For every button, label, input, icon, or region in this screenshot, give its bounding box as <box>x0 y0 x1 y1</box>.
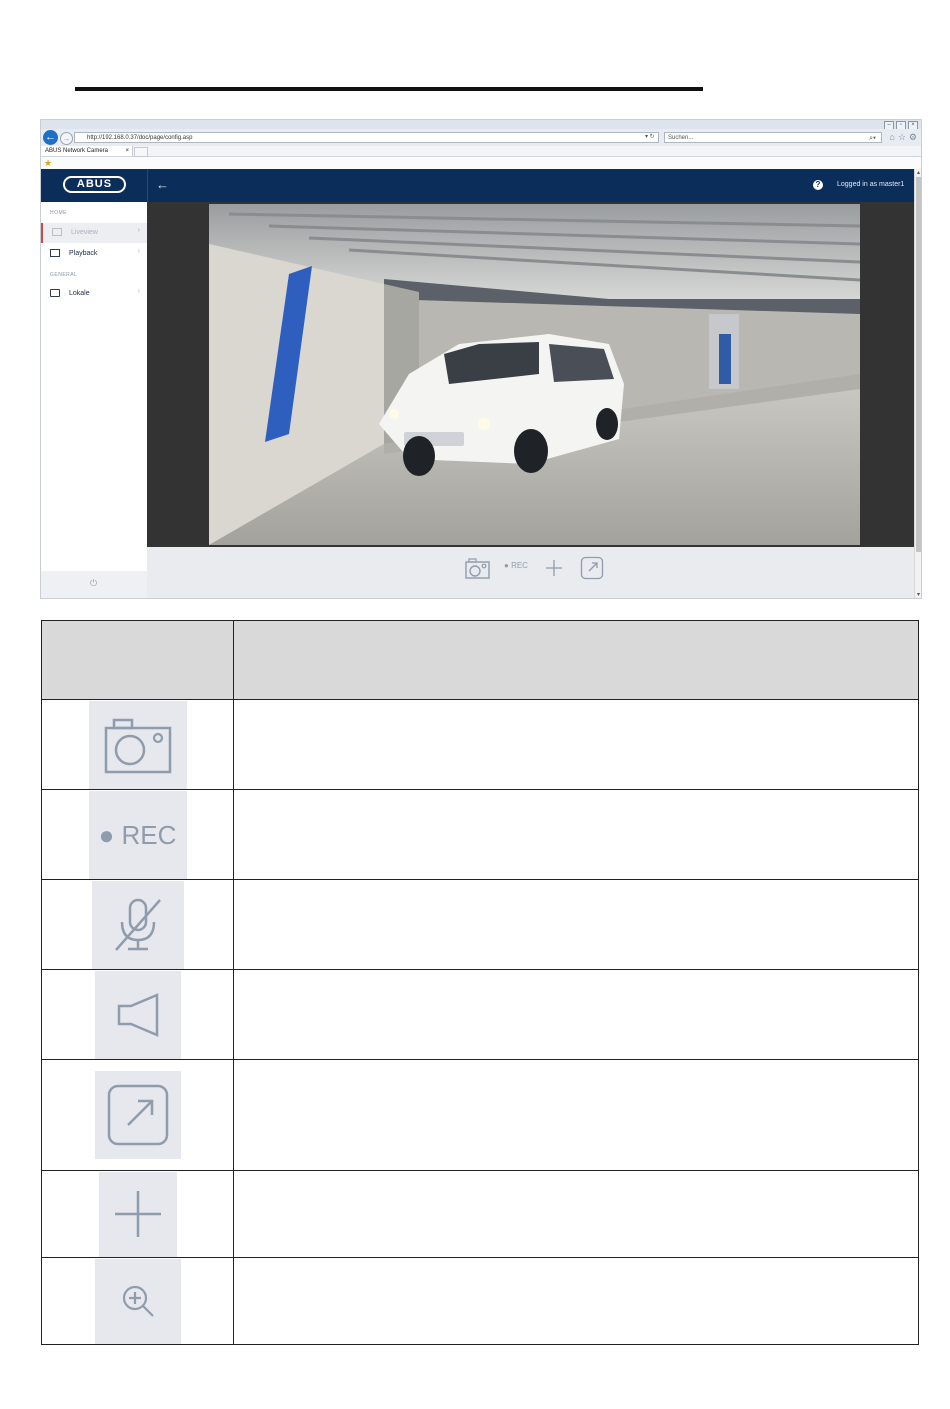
browser-back-icon[interactable]: ← <box>43 130 58 145</box>
table-row <box>41 1170 919 1258</box>
sidebar-footer: ⏻ <box>41 571 147 598</box>
icon-legend-table: ● REC <box>41 620 919 1345</box>
record-button[interactable]: ● REC <box>504 561 528 571</box>
header-divider <box>147 169 148 202</box>
sidebar-item-label: Lokale <box>69 290 90 297</box>
favorites-star-icon[interactable]: ☆ <box>898 132 906 142</box>
logged-in-status: Logged in as master1 <box>837 181 905 188</box>
description-cell <box>233 879 919 970</box>
description-cell <box>233 789 919 880</box>
search-icon[interactable]: ⌕▾ <box>869 133 876 144</box>
browser-screenshot: – ▫ × ← → http://192.168.0.37/doc/page/c… <box>40 119 922 599</box>
description-cell <box>233 1257 919 1345</box>
tab-close-icon[interactable]: × <box>125 146 129 156</box>
address-bar-row: ← → http://192.168.0.37/doc/page/config.… <box>41 129 921 146</box>
sidebar-item-playback[interactable]: Playback › <box>41 244 147 264</box>
icon-cell <box>41 879 234 970</box>
plus-icon[interactable] <box>544 558 564 578</box>
power-icon[interactable]: ⏻ <box>90 578 97 589</box>
back-arrow-icon[interactable]: ← <box>156 178 169 192</box>
icon-cell: ● REC <box>41 789 234 880</box>
chevron-right-icon: › <box>137 227 140 234</box>
tab-title: ABUS Network Camera <box>45 148 109 154</box>
speaker-icon <box>94 970 181 1059</box>
icon-cell <box>41 969 234 1060</box>
scrollbar-thumb[interactable] <box>916 177 921 552</box>
zoom-in-icon <box>94 1258 181 1344</box>
address-input[interactable]: http://192.168.0.37/doc/page/config.asp <box>74 132 659 143</box>
rec-icon-label: REC <box>121 819 177 850</box>
table-row: ● REC <box>41 789 919 880</box>
live-video-image[interactable] <box>209 204 860 545</box>
header-cell-description <box>233 620 919 700</box>
sidebar-item-lokale[interactable]: Lokale › <box>41 284 147 304</box>
table-row <box>41 969 919 1060</box>
icon-cell <box>41 1059 234 1171</box>
live-controls-bar: ● REC <box>147 547 914 598</box>
sidebar-item-label: Liveview <box>71 229 98 236</box>
microphone-muted-icon <box>91 880 184 969</box>
search-input[interactable]: Suchen... ⌕▾ <box>664 132 882 143</box>
window-titlebar: – ▫ × <box>41 120 921 130</box>
app-header: ABUS ← ? Logged in as master1 <box>41 169 914 202</box>
home-icon[interactable]: ⌂ <box>889 132 894 142</box>
playback-icon <box>50 249 60 257</box>
table-row <box>41 699 919 790</box>
table-header-row <box>41 620 919 700</box>
search-placeholder: Suchen... <box>668 135 694 141</box>
scroll-up-icon[interactable]: ▴ <box>915 169 921 176</box>
liveview-icon <box>52 228 62 236</box>
vertical-scrollbar[interactable]: ▴ ▾ <box>914 169 921 598</box>
description-cell <box>233 1059 919 1171</box>
refresh-icon[interactable]: ▾ ↻ <box>645 133 655 140</box>
icon-cell <box>41 1257 234 1345</box>
plus-icon <box>98 1171 177 1257</box>
abus-logo: ABUS <box>63 176 126 193</box>
icon-cell <box>41 1170 234 1258</box>
local-config-icon <box>50 289 60 297</box>
sidebar-item-liveview[interactable]: Liveview › <box>41 223 147 243</box>
description-cell <box>233 969 919 1060</box>
tab-abus-camera[interactable]: ABUS Network Camera × <box>41 146 133 156</box>
heading-underline <box>75 87 703 91</box>
camera-icon <box>88 700 187 789</box>
rec-icon: ● REC <box>88 790 187 879</box>
help-icon[interactable]: ? <box>813 180 823 190</box>
snapshot-camera-icon[interactable] <box>465 557 491 579</box>
chevron-right-icon: › <box>137 288 140 295</box>
fullscreen-icon <box>94 1071 181 1159</box>
table-row <box>41 1257 919 1345</box>
chevron-right-icon: › <box>137 248 140 255</box>
record-label: REC <box>511 561 528 570</box>
settings-gear-icon[interactable]: ⚙ <box>909 132 917 142</box>
header-cell-icon <box>41 620 234 700</box>
sidebar: HOME Liveview › Playback › GENERAL Lokal… <box>41 202 148 598</box>
table-row <box>41 1059 919 1171</box>
scroll-down-icon[interactable]: ▾ <box>915 591 921 598</box>
fullscreen-icon[interactable] <box>580 556 604 580</box>
sidebar-section-home: HOME <box>50 210 67 216</box>
new-tab-button[interactable] <box>134 147 148 157</box>
description-cell <box>233 1170 919 1258</box>
description-cell <box>233 699 919 790</box>
sidebar-section-general: GENERAL <box>50 272 78 278</box>
icon-cell <box>41 699 234 790</box>
tab-bar: ABUS Network Camera × <box>41 146 921 157</box>
browser-forward-icon[interactable]: → <box>60 132 73 145</box>
table-row <box>41 879 919 970</box>
favorites-add-icon[interactable]: ★ <box>44 158 52 169</box>
sidebar-item-label: Playback <box>69 250 98 257</box>
